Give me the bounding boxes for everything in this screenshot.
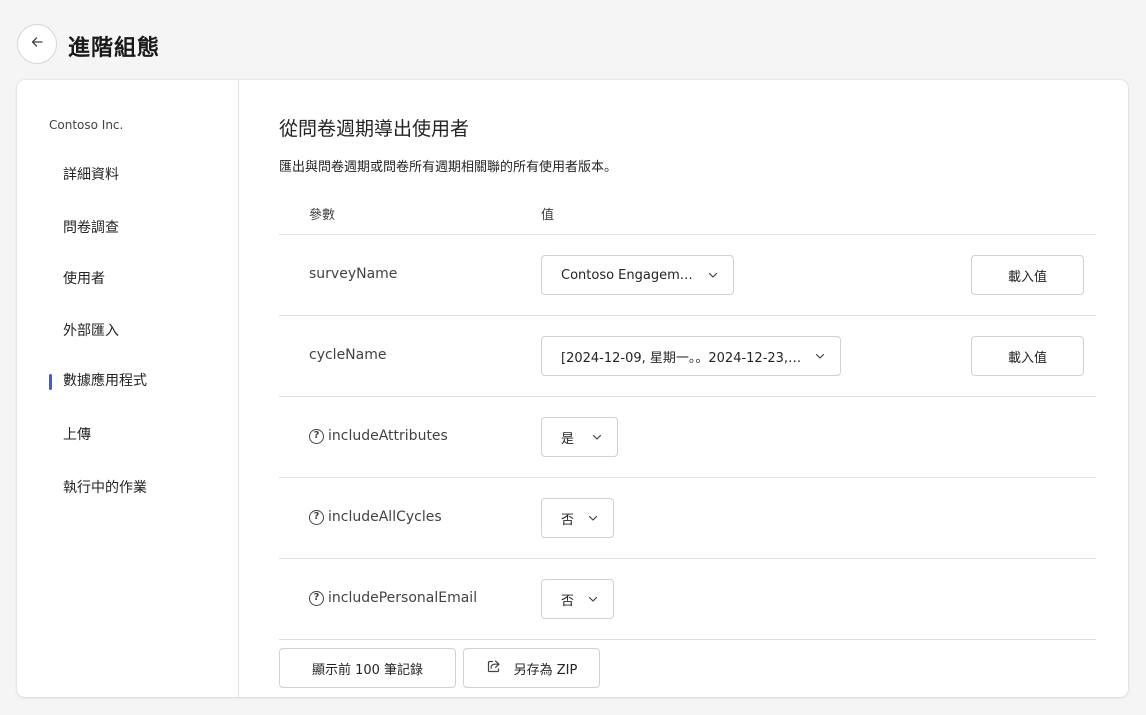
page-title: 進階組態 [68, 36, 161, 61]
param-name: cycleName [309, 347, 387, 363]
main-card: Contoso Inc. 詳細資料 問卷調查 使用者 外部匯入 數據應用程式 上… [17, 80, 1128, 697]
section-title: 從問卷週期導出使用者 [279, 118, 470, 140]
column-header-parameter: 參數 [309, 208, 336, 223]
sidebar-item-data-apps[interactable]: 數據應用程式 [63, 370, 147, 390]
table-bottom-divider [279, 639, 1096, 640]
org-name: Contoso Inc. [49, 118, 124, 132]
sidebar: Contoso Inc. 詳細資料 問卷調查 使用者 外部匯入 數據應用程式 上… [17, 80, 239, 697]
param-name: ? includePersonalEmail [309, 590, 477, 606]
param-row-cycleName: cycleName [2024-12-09, 星期一。。2024-12-23, … [279, 315, 1096, 396]
sidebar-item-surveys[interactable]: 問卷調查 [63, 217, 119, 237]
sidebar-item-users[interactable]: 使用者 [63, 268, 105, 288]
chevron-down-icon [812, 348, 828, 364]
param-row-includePersonalEmail: ? includePersonalEmail 否 [279, 558, 1096, 639]
param-name: ? includeAllCycles [309, 509, 442, 525]
sidebar-item-running-jobs[interactable]: 執行中的作業 [63, 477, 147, 497]
save-zip-button[interactable]: 另存為 ZIP [463, 648, 600, 688]
param-row-includeAttributes: ? includeAttributes 是 [279, 396, 1096, 477]
load-values-button[interactable]: 載入值 [971, 336, 1084, 376]
load-values-button[interactable]: 載入值 [971, 255, 1084, 295]
include-attributes-dropdown[interactable]: 是 [541, 417, 618, 457]
sidebar-item-details[interactable]: 詳細資料 [63, 164, 119, 184]
chevron-down-icon [589, 429, 605, 445]
include-all-cycles-dropdown[interactable]: 否 [541, 498, 614, 538]
back-button[interactable] [17, 24, 57, 64]
include-personal-email-dropdown[interactable]: 否 [541, 579, 614, 619]
help-icon[interactable]: ? [309, 428, 324, 444]
cycle-name-dropdown[interactable]: [2024-12-09, 星期一。。2024-12-23, ... [541, 336, 841, 376]
survey-name-dropdown[interactable]: Contoso Engagement [541, 255, 734, 295]
section-description: 匯出與問卷週期或問卷所有週期相關聯的所有使用者版本。 [279, 160, 618, 175]
chevron-down-icon [585, 510, 601, 526]
param-row-includeAllCycles: ? includeAllCycles 否 [279, 477, 1096, 558]
param-name: ? includeAttributes [309, 428, 448, 444]
selected-indicator [49, 374, 52, 390]
chevron-down-icon [585, 591, 601, 607]
main-content: 從問卷週期導出使用者 匯出與問卷週期或問卷所有週期相關聯的所有使用者版本。 參數… [279, 80, 1128, 697]
param-name: surveyName [309, 266, 398, 282]
param-row-surveyName: surveyName Contoso Engagement 載入值 [279, 234, 1096, 315]
show-records-button[interactable]: 顯示前 100 筆記錄 [279, 648, 456, 688]
sidebar-item-external-import[interactable]: 外部匯入 [63, 320, 119, 340]
chevron-down-icon [705, 267, 721, 283]
sidebar-item-upload[interactable]: 上傳 [63, 424, 91, 444]
help-icon[interactable]: ? [309, 590, 324, 606]
share-icon [486, 658, 502, 678]
arrow-left-icon [29, 34, 45, 54]
help-icon[interactable]: ? [309, 509, 324, 525]
column-header-value: 值 [541, 208, 555, 223]
